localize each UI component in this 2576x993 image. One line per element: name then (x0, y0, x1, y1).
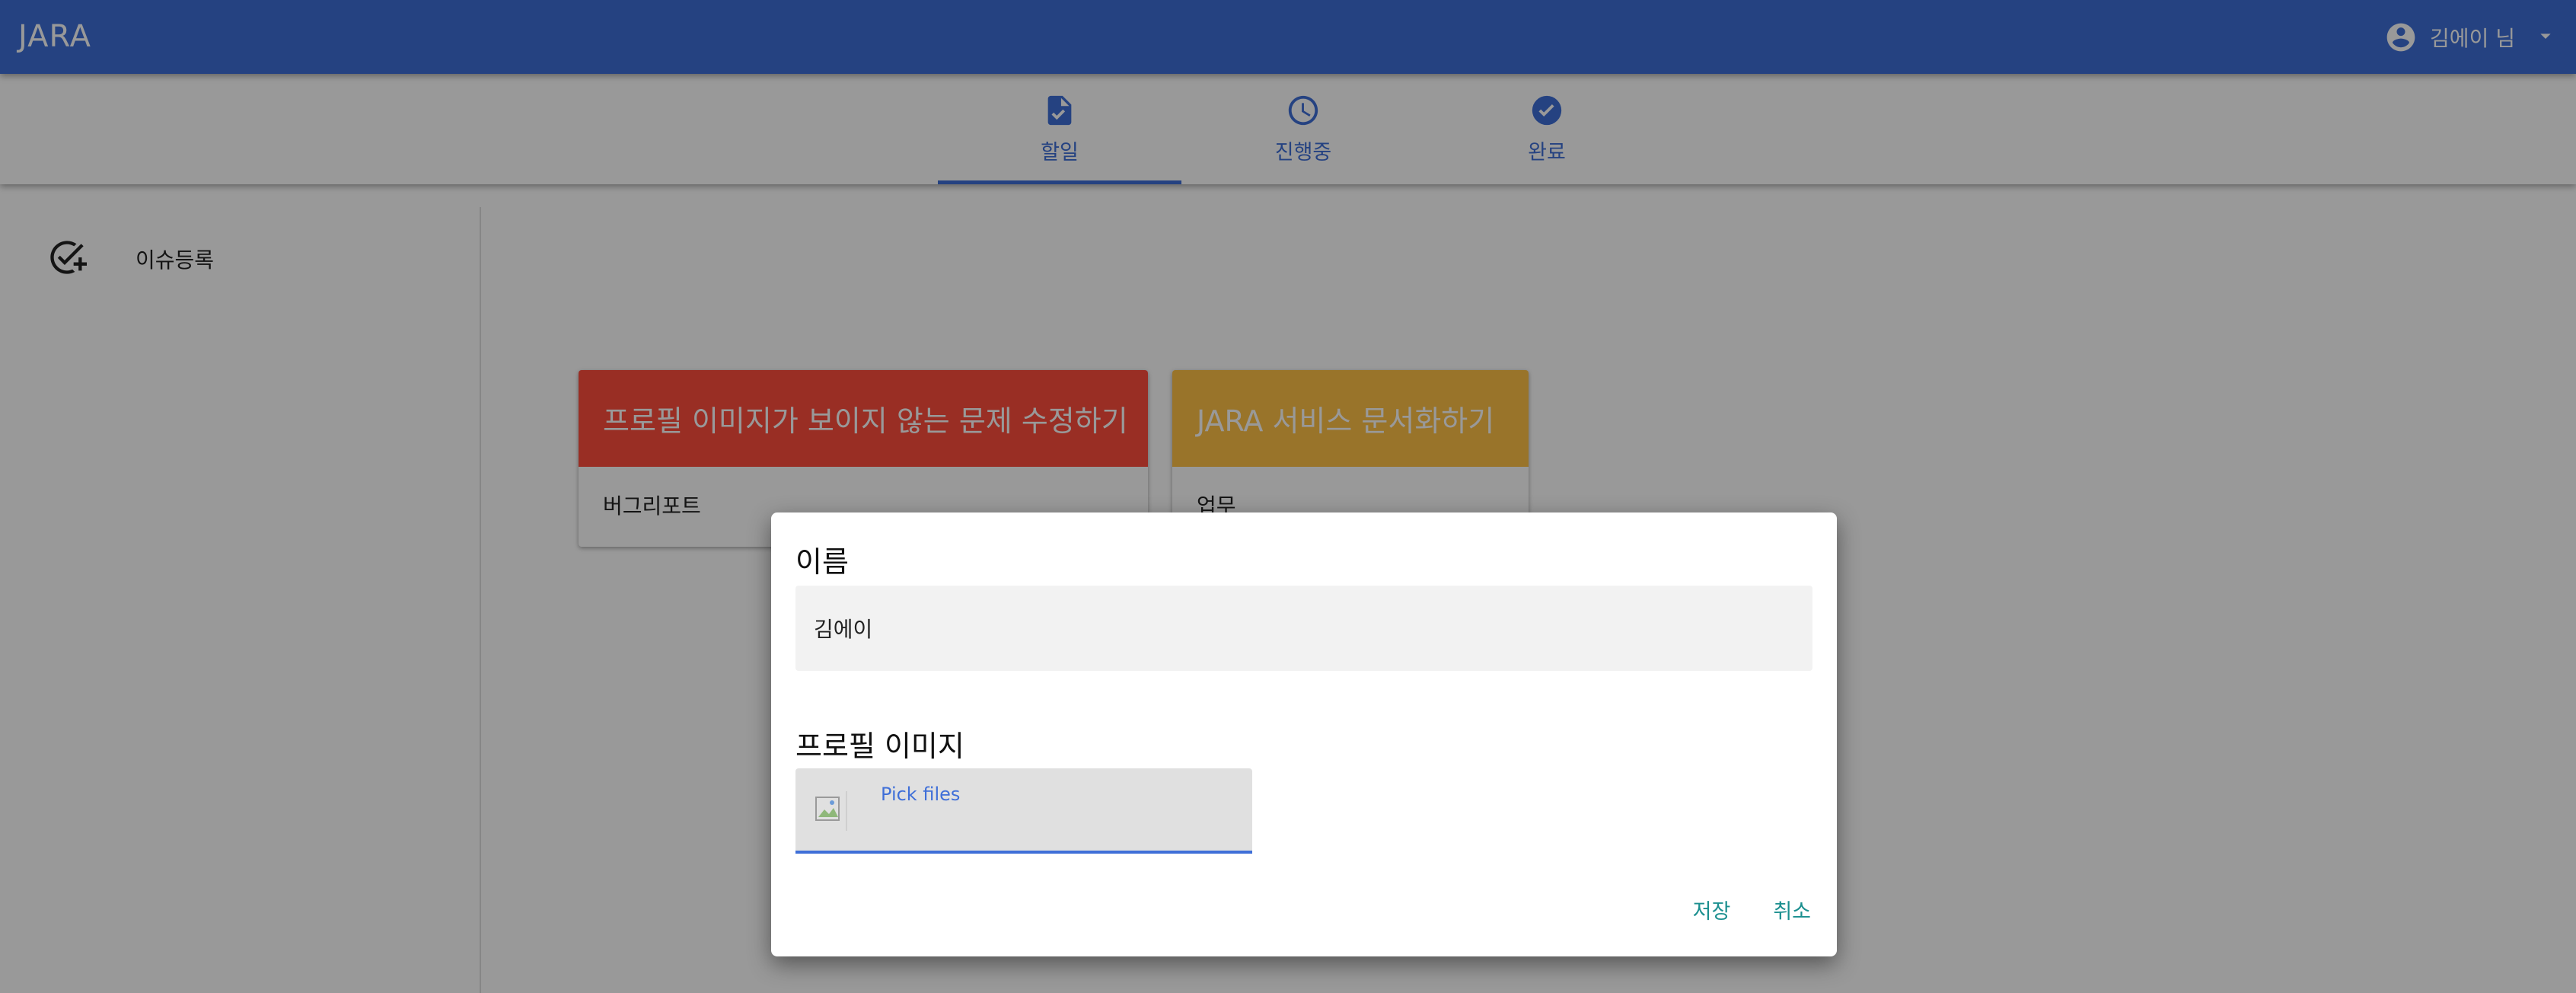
broken-image-icon (815, 791, 847, 831)
cancel-button[interactable]: 취소 (1770, 889, 1814, 931)
file-picker[interactable]: Pick files (795, 768, 1252, 854)
save-button[interactable]: 저장 (1690, 889, 1734, 931)
name-input[interactable] (795, 586, 1812, 671)
profile-image-label: 프로필 이미지 (795, 730, 964, 763)
dialog-actions: 저장 취소 (1690, 889, 1814, 931)
name-label: 이름 (795, 545, 849, 579)
profile-dialog: 이름 프로필 이미지 Pick files 저장 취소 (771, 512, 1837, 956)
pick-files-label: Pick files (881, 784, 961, 805)
